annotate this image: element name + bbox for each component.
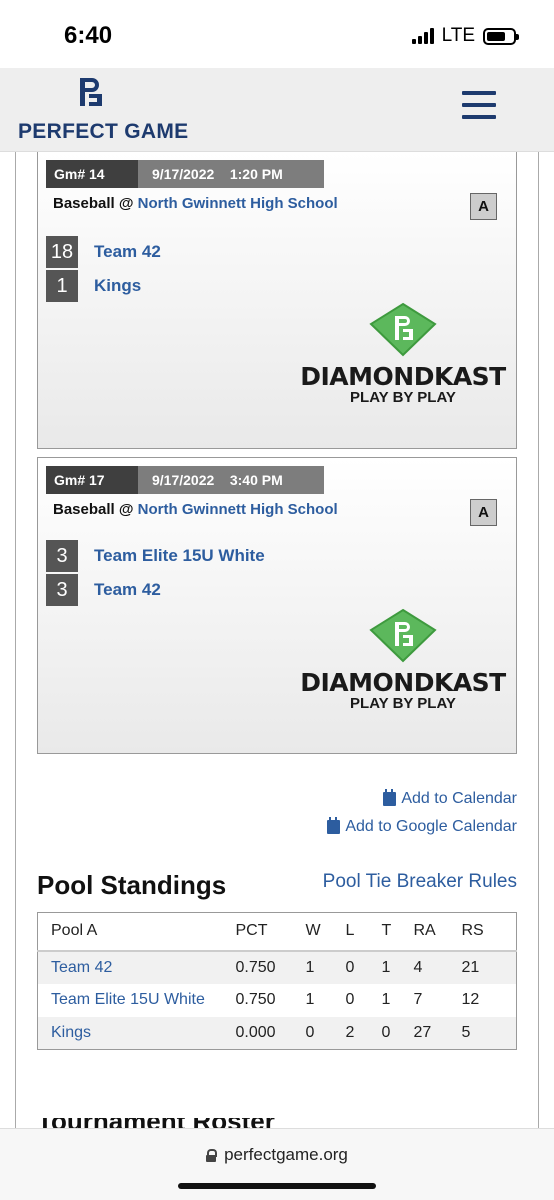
runs-allowed-cell: 7 [413, 991, 423, 1008]
add-to-calendar-link[interactable]: Add to Calendar [383, 789, 517, 808]
column-header-l: L [345, 912, 382, 952]
game-number: Gm# 17 [46, 466, 138, 494]
pool-badge: A [470, 193, 497, 220]
diamondkast-diamond-icon [369, 302, 437, 357]
ties-cell: 1 [381, 958, 391, 976]
wins-cell: 0 [305, 1023, 315, 1041]
column-header-ra: RA [413, 912, 462, 952]
venue-line: Baseball @ North Gwinnett High School [53, 501, 338, 518]
broadcast-brand: DIAMONDKAST [300, 668, 506, 697]
column-header-t: T [381, 912, 414, 952]
sport-label: Baseball @ [53, 501, 138, 518]
runs-scored-cell: 5 [461, 1023, 471, 1041]
table-row: Kings 0.000 0 2 0 27 5 [37, 1016, 517, 1050]
team-link[interactable]: Kings [38, 1017, 236, 1050]
wins-cell: 1 [305, 991, 315, 1008]
broadcast-subtitle: PLAY BY PLAY [350, 695, 456, 712]
game-header: Gm# 14 9/17/2022 1:20 PM [46, 160, 324, 188]
status-bar: 6:40 LTE [0, 0, 554, 68]
team-row: 1 Kings [46, 270, 141, 302]
ties-cell: 0 [381, 1023, 391, 1041]
brand-name[interactable]: PERFECT GAME [18, 120, 188, 144]
pct-cell: 0.750 [235, 991, 276, 1008]
menu-icon[interactable] [462, 91, 496, 119]
table-row: Team Elite 15U White 0.750 1 0 1 7 12 [37, 983, 517, 1017]
team-row: 3 Team 42 [46, 574, 161, 606]
runs-scored-cell: 21 [461, 958, 480, 976]
losses-cell: 2 [345, 1023, 355, 1041]
team-link[interactable]: Team Elite 15U White [94, 546, 265, 566]
wins-cell: 1 [305, 958, 315, 976]
team-link[interactable]: Team 42 [94, 242, 161, 262]
team-score: 18 [46, 236, 78, 268]
game-header: Gm# 17 9/17/2022 3:40 PM [46, 466, 324, 494]
venue-line: Baseball @ North Gwinnett High School [53, 195, 338, 212]
battery-icon [483, 27, 519, 45]
venue-link[interactable]: North Gwinnett High School [138, 501, 338, 518]
pct-cell: 0.000 [235, 1023, 276, 1041]
runs-allowed-cell: 27 [413, 1023, 432, 1041]
pool-standings-table: Pool A PCT W L T RA RS Team 42 0.750 1 0… [37, 912, 517, 1050]
pool-tie-breaker-rules-link[interactable]: Pool Tie Breaker Rules [323, 871, 517, 893]
game-card: Gm# 14 9/17/2022 1:20 PM Baseball @ Nort… [37, 152, 517, 449]
team-score: 3 [46, 574, 78, 606]
url-text: perfectgame.org [224, 1145, 348, 1164]
team-score: 3 [46, 540, 78, 572]
losses-cell: 0 [345, 991, 355, 1008]
game-datetime: 9/17/2022 3:40 PM [138, 466, 324, 494]
calendar-icon [327, 817, 341, 834]
pct-cell: 0.750 [235, 958, 276, 976]
home-indicator[interactable] [178, 1183, 376, 1189]
diamondkast-diamond-icon [369, 608, 437, 663]
team-link[interactable]: Team 42 [94, 580, 161, 600]
status-indicators: LTE [411, 25, 519, 47]
venue-link[interactable]: North Gwinnett High School [138, 195, 338, 212]
team-link[interactable]: Kings [94, 276, 141, 296]
game-datetime: 9/17/2022 1:20 PM [138, 160, 324, 188]
broadcast-brand: DIAMONDKAST [300, 362, 506, 391]
network-label: LTE [441, 25, 475, 46]
status-time: 6:40 [64, 22, 113, 49]
team-score: 1 [46, 270, 78, 302]
table-row: Team 42 0.750 1 0 1 4 21 [37, 950, 517, 984]
signal-icon [411, 28, 434, 44]
add-to-google-calendar-link[interactable]: Add to Google Calendar [327, 817, 517, 836]
pg-logo-icon[interactable] [76, 76, 104, 108]
ties-cell: 1 [381, 991, 391, 1008]
add-to-calendar-label: Add to Calendar [401, 790, 517, 807]
column-header-w: W [305, 912, 346, 952]
table-header-row: Pool A PCT W L T RA RS [37, 912, 517, 952]
address-bar[interactable]: perfectgame.org [0, 1145, 554, 1165]
column-header-pool: Pool A [37, 912, 236, 952]
team-row: 3 Team Elite 15U White [46, 540, 265, 572]
column-header-pct: PCT [235, 912, 306, 952]
diamondkast-play-by-play-link[interactable]: DIAMONDKAST PLAY BY PLAY [296, 302, 510, 406]
team-row: 18 Team 42 [46, 236, 161, 268]
game-number: Gm# 14 [46, 160, 138, 188]
game-card: Gm# 17 9/17/2022 3:40 PM Baseball @ Nort… [37, 457, 517, 754]
add-to-google-calendar-label: Add to Google Calendar [345, 818, 517, 835]
lock-icon [206, 1148, 218, 1162]
calendar-icon [383, 789, 397, 806]
sport-label: Baseball @ [53, 195, 138, 212]
pool-badge: A [470, 499, 497, 526]
losses-cell: 0 [345, 958, 355, 976]
runs-allowed-cell: 4 [413, 958, 423, 976]
runs-scored-cell: 12 [461, 991, 480, 1008]
browser-bottom-bar: perfectgame.org [0, 1128, 554, 1200]
broadcast-subtitle: PLAY BY PLAY [350, 389, 456, 406]
diamondkast-play-by-play-link[interactable]: DIAMONDKAST PLAY BY PLAY [296, 608, 510, 712]
team-link[interactable]: Team Elite 15U White [38, 984, 236, 1017]
column-header-rs: RS [461, 912, 517, 952]
team-link[interactable]: Team 42 [38, 951, 236, 984]
pool-standings-title: Pool Standings [37, 870, 227, 900]
site-header: PERFECT GAME [0, 68, 554, 152]
